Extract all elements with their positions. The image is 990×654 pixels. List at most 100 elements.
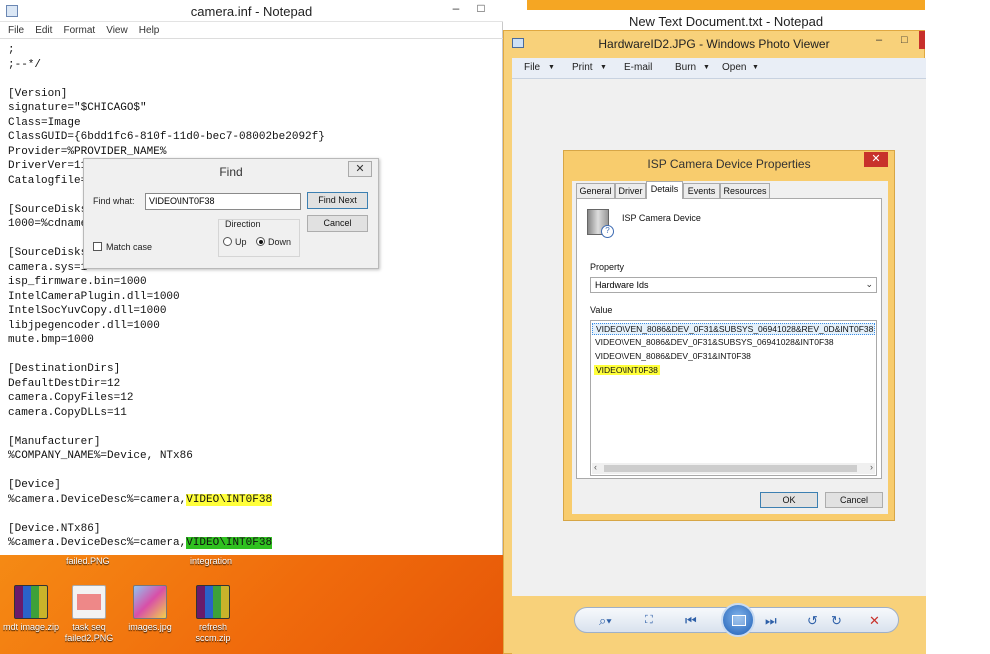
actual-size-icon[interactable]: ⛶ <box>645 614 653 627</box>
notepad-title-bar[interactable]: camera.inf - Notepad – □ <box>0 0 503 22</box>
find-what-input[interactable]: VIDEO\INT0F38 <box>145 193 301 210</box>
text-line: IntelSocYuvCopy.dll=1000 <box>8 305 167 317</box>
details-panel: ISP Camera Device Property Hardware Ids … <box>576 198 882 479</box>
text-editor[interactable]: ; ;--*/ [Version] signature="$CHICAGO$" … <box>8 43 501 551</box>
toolbar-burn[interactable]: Burn <box>675 62 696 73</box>
close-icon[interactable]: ✕ <box>348 161 372 177</box>
device-properties-dialog: ISP Camera Device Properties ✕ General D… <box>563 150 895 521</box>
menu-view[interactable]: View <box>106 22 128 39</box>
value-label: Value <box>590 305 613 315</box>
text-line: camera.CopyDLLs=11 <box>8 406 127 419</box>
text-line: mute.bmp=1000 <box>8 334 94 346</box>
text-line: [SourceDisks <box>8 247 88 259</box>
blank-area <box>925 1 990 654</box>
tab-driver[interactable]: Driver <box>615 183 646 198</box>
desktop-icon-label: images.jpg <box>128 622 172 632</box>
list-item[interactable]: VIDEO\VEN_8086&DEV_0F31&SUBSYS_06941028&… <box>592 323 875 335</box>
text-line: [Device] <box>8 479 61 491</box>
menu-help[interactable]: Help <box>139 22 160 39</box>
menu-file[interactable]: File <box>8 22 24 39</box>
list-item[interactable]: VIDEO\VEN_8086&DEV_0F31&SUBSYS_06941028&… <box>595 337 834 347</box>
scroll-left-icon[interactable]: ‹ <box>594 462 597 472</box>
text-line: Catalogfile= <box>8 174 88 187</box>
match-case-label: Match case <box>106 242 153 252</box>
zoom-icon[interactable]: ⌕▾ <box>599 613 612 629</box>
text-line: [Device.NTx86] <box>8 522 101 535</box>
toolbar-file[interactable]: File <box>524 62 540 73</box>
direction-up-radio[interactable] <box>223 237 232 246</box>
ok-button[interactable]: OK <box>760 492 818 508</box>
delete-icon[interactable]: ✕ <box>869 613 880 629</box>
text-line: ;--*/ <box>8 58 42 71</box>
device-name: ISP Camera Device <box>622 213 701 223</box>
desktop-icon-refresh-sccm[interactable]: refresh sccm.zip <box>182 585 244 644</box>
menu-format[interactable]: Format <box>63 22 95 39</box>
direction-down-radio[interactable] <box>256 237 265 246</box>
text-line: [SourceDisks <box>8 203 88 216</box>
text-line: ClassGUID={6bdd1fc6-810f-11d0-bec7-08002… <box>8 131 325 143</box>
property-label: Property <box>590 262 625 272</box>
desktop-icon-label-partial: integration <box>190 556 233 566</box>
list-item-highlighted[interactable]: VIDEO\INT0F38 <box>594 365 660 375</box>
tab-events[interactable]: Events <box>683 183 720 198</box>
next-icon[interactable]: ⏭ <box>765 613 777 629</box>
horizontal-scrollbar[interactable]: ‹ › <box>592 462 875 474</box>
minimize-icon[interactable]: – <box>446 0 466 18</box>
find-next-button[interactable]: Find Next <box>307 192 368 209</box>
toolbar-open[interactable]: Open <box>722 62 746 73</box>
previous-icon[interactable]: ⏮ <box>685 613 697 629</box>
property-select-value: Hardware Ids <box>595 280 649 290</box>
text-line: ; <box>8 44 15 56</box>
scroll-right-icon[interactable]: › <box>870 462 873 472</box>
photo-viewer-toolbar: File ▼ Print ▼ E-mail Burn ▼ Open ▼ <box>512 58 926 79</box>
toolbar-print[interactable]: Print <box>572 62 593 73</box>
desktop-icon-images[interactable]: images.jpg <box>119 585 181 633</box>
desktop-icon-label: mdt image.zip <box>2 622 60 632</box>
jpg-image-icon <box>133 585 167 619</box>
chevron-down-icon: ▼ <box>600 64 607 71</box>
png-image-icon <box>72 585 106 619</box>
maximize-icon[interactable]: □ <box>901 34 908 46</box>
find-what-label: Find what: <box>93 196 135 206</box>
cancel-button[interactable]: Cancel <box>307 215 368 232</box>
desktop-icon-label-partial: failed.PNG <box>66 556 110 566</box>
match-case-checkbox[interactable] <box>93 242 102 251</box>
text-line: camera.sys=1 <box>8 261 88 274</box>
text-line: DefaultDestDir=12 <box>8 377 121 390</box>
background-notepad-window[interactable]: New Text Document.txt - Notepad <box>527 0 925 32</box>
chevron-down-icon: ▼ <box>548 64 555 71</box>
desktop-icon-task-seq[interactable]: task seq failed2.PNG <box>58 585 120 644</box>
desktop-icon-mdt-image[interactable]: mdt image.zip <box>0 585 62 633</box>
minimize-icon[interactable]: – <box>876 34 882 46</box>
control-bar: ⌕▾ ⛶ ⏮ ⏭ ↺ ↻ ✕ <box>574 603 899 637</box>
rotate-right-icon[interactable]: ↻ <box>831 613 842 629</box>
text-line: isp_firmware.bin=1000 <box>8 276 147 288</box>
text-line: IntelCameraPlugin.dll=1000 <box>8 290 180 303</box>
scrollbar-thumb[interactable] <box>604 465 857 472</box>
tab-details[interactable]: Details <box>646 181 683 199</box>
close-icon[interactable]: ✕ <box>864 152 888 167</box>
chevron-down-icon: ▼ <box>703 64 710 71</box>
desktop-icon-label: refresh sccm.zip <box>195 622 231 643</box>
list-item[interactable]: VIDEO\VEN_8086&DEV_0F31&INT0F38 <box>595 351 751 361</box>
value-list[interactable]: VIDEO\VEN_8086&DEV_0F31&SUBSYS_06941028&… <box>590 320 877 476</box>
text-line: %camera.DeviceDesc%=camera, <box>8 493 187 506</box>
property-select[interactable]: Hardware Ids ⌄ <box>590 277 877 293</box>
window-title: camera.inf - Notepad <box>190 4 313 19</box>
maximize-icon[interactable]: □ <box>470 0 492 18</box>
selected-device-id: VIDEO\INT0F38 <box>186 537 273 549</box>
text-line: [DestinationDirs] <box>8 363 121 375</box>
notepad-window: camera.inf - Notepad – □ File Edit Forma… <box>0 0 503 555</box>
menu-edit[interactable]: Edit <box>35 22 52 39</box>
find-dialog-title: Find <box>219 165 243 179</box>
cancel-button[interactable]: Cancel <box>825 492 883 508</box>
desktop-icon-label: task seq failed2.PNG <box>64 622 114 643</box>
window-title: New Text Document.txt - Notepad <box>628 14 824 29</box>
winrar-archive-icon <box>14 585 48 619</box>
rotate-left-icon[interactable]: ↺ <box>807 613 818 629</box>
tab-general[interactable]: General <box>576 183 615 198</box>
slideshow-icon[interactable] <box>721 603 755 637</box>
tab-resources[interactable]: Resources <box>720 183 770 198</box>
toolbar-email[interactable]: E-mail <box>624 62 652 73</box>
close-icon[interactable] <box>919 31 925 49</box>
